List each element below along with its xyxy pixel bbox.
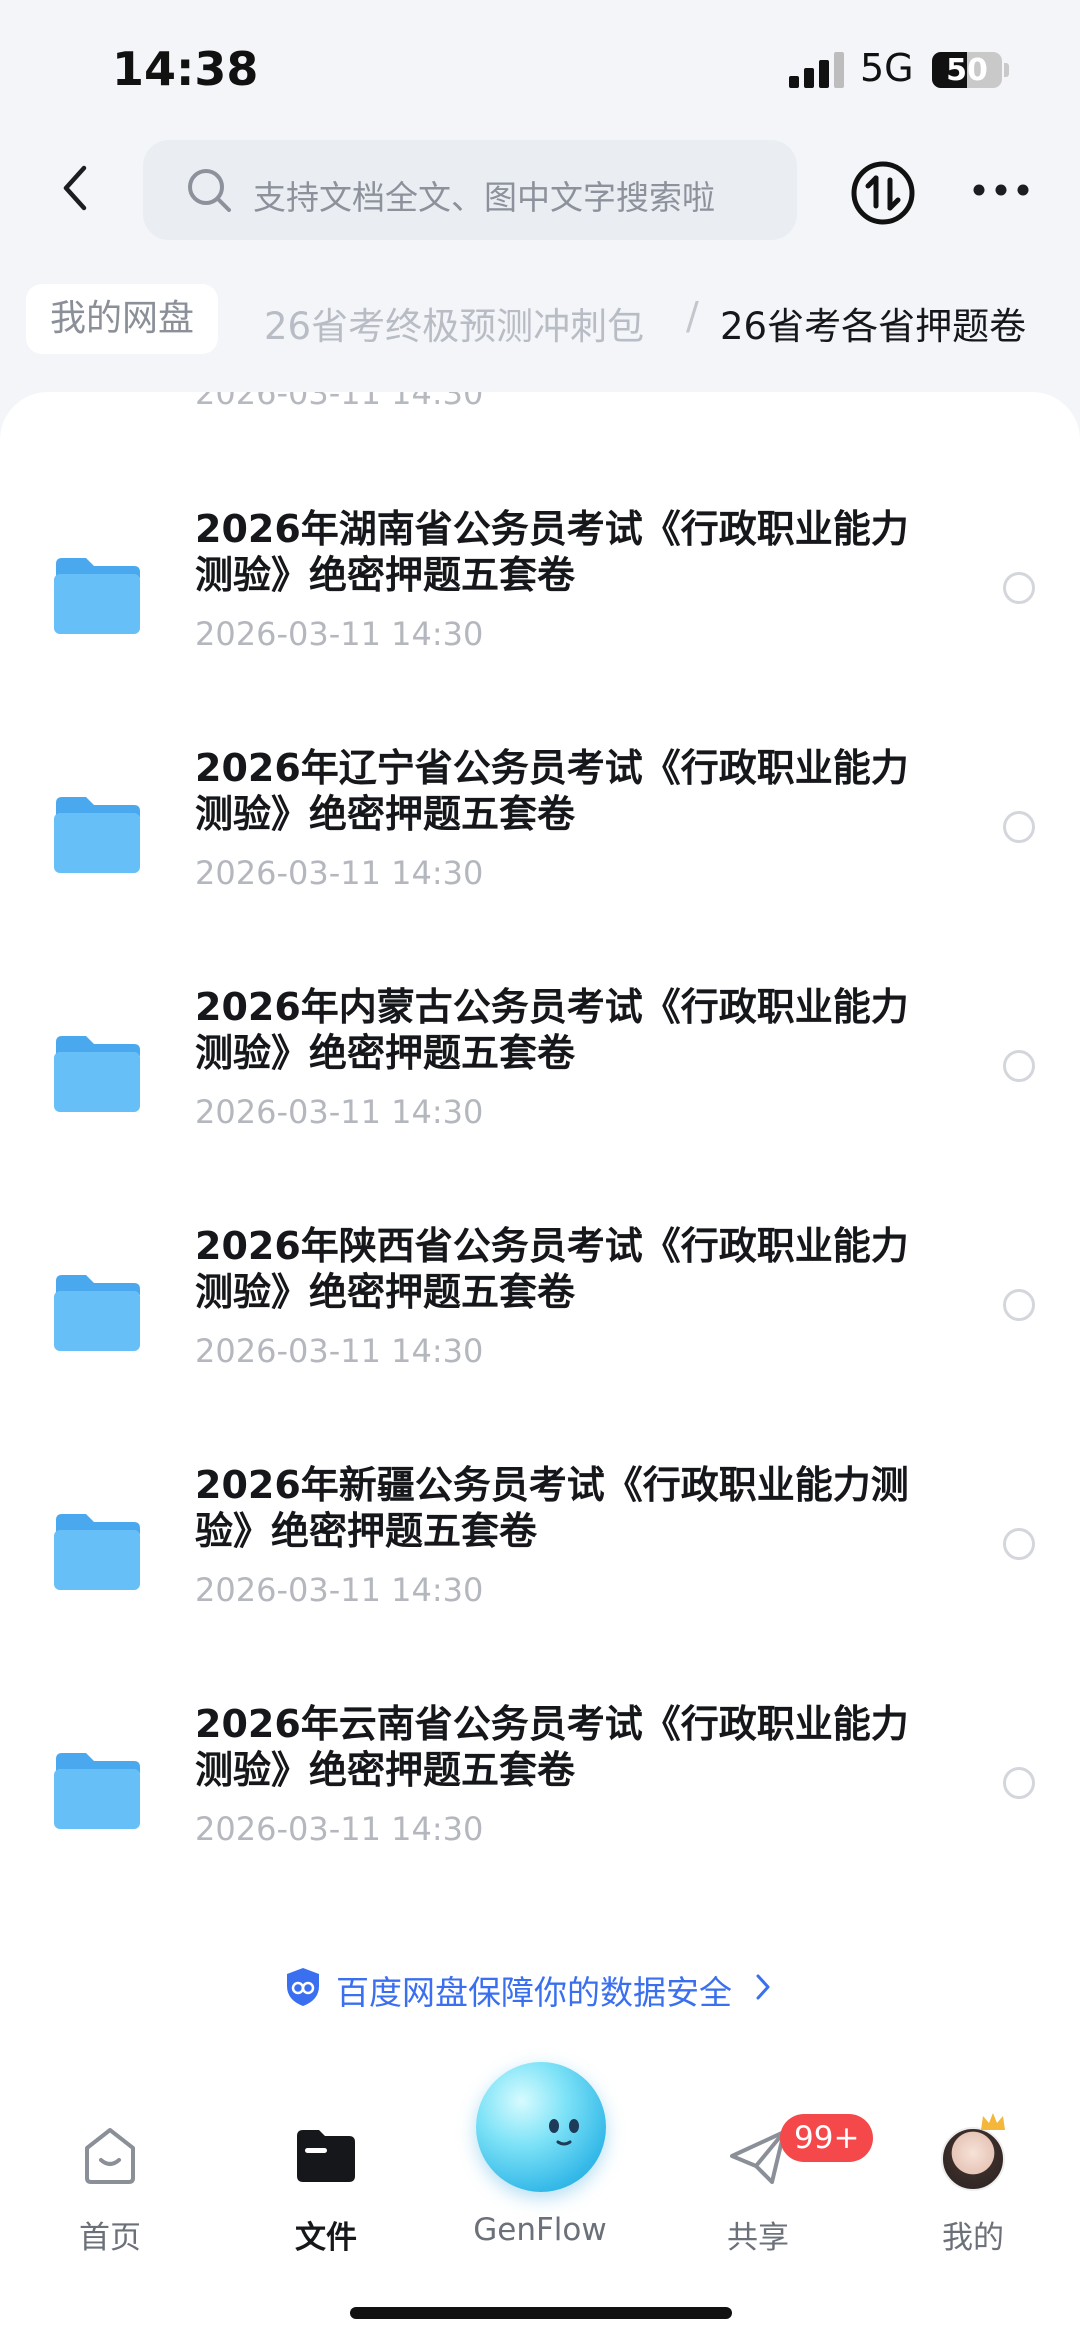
breadcrumb-root[interactable]: 我的网盘 (26, 284, 219, 354)
file-date: 2026-03-11 14:30 (195, 1332, 484, 1370)
battery-level: 50 (946, 53, 988, 88)
home-indicator (350, 2307, 732, 2319)
breadcrumb-separator: / (686, 294, 699, 338)
crown-icon (981, 2113, 1005, 2130)
back-arrow-icon (63, 165, 87, 211)
transfer-icon (851, 161, 915, 225)
nav-home-label: 首页 (79, 2220, 141, 2256)
more-button[interactable] (968, 170, 1034, 210)
signal-icon (789, 52, 845, 88)
battery-icon: 50 (932, 52, 1002, 88)
file-date: 2026-03-11 14:30 (195, 1571, 484, 1609)
search-placeholder: 支持文档全文、图中文字搜索啦 (253, 178, 715, 217)
files-icon (297, 2130, 355, 2182)
back-button[interactable] (50, 160, 106, 216)
select-radio[interactable] (1003, 1289, 1035, 1321)
folder-icon (54, 1036, 140, 1112)
nav-files-label: 文件 (295, 2220, 357, 2256)
file-row[interactable]: 2026年内蒙古公务员考试《行政职业能力测验》绝密押题五套卷 2026-03-1… (0, 970, 1080, 1200)
home-icon (85, 2128, 135, 2184)
file-date: 2026-03-11 14:30 (195, 615, 484, 653)
genflow-orb-icon[interactable] (476, 2062, 606, 2192)
security-text: 百度网盘保障你的数据安全 (336, 1973, 732, 2012)
bottom-nav: 首页 文件 GenFlow 共享 99+ 我的 (0, 2062, 1080, 2337)
file-name: 2026年云南省公务员考试《行政职业能力测验》绝密押题五套卷 (195, 1702, 909, 1792)
share-badge: 99+ (780, 2114, 874, 2162)
search-icon (188, 169, 231, 212)
nav-files[interactable]: 文件 (246, 2082, 406, 2262)
select-radio[interactable] (1003, 1767, 1035, 1799)
status-time: 14:38 (112, 42, 259, 96)
select-radio[interactable] (1003, 572, 1035, 604)
folder-icon (54, 1275, 140, 1351)
folder-icon (54, 1514, 140, 1590)
file-name: 2026年辽宁省公务员考试《行政职业能力测验》绝密押题五套卷 (195, 746, 909, 836)
shield-icon (287, 1968, 319, 2006)
folder-icon (54, 558, 140, 634)
battery-nub (1004, 63, 1009, 77)
network-type: 5G (860, 46, 914, 90)
genflow-face-icon (549, 2119, 579, 2146)
file-row[interactable]: 2026年湖南省公务员考试《行政职业能力测验》绝密押题五套卷 2026-03-1… (0, 492, 1080, 722)
select-radio[interactable] (1003, 1528, 1035, 1560)
file-row[interactable]: 2026年新疆公务员考试《行政职业能力测验》绝密押题五套卷 2026-03-11… (0, 1448, 1080, 1678)
select-radio[interactable] (1003, 811, 1035, 843)
file-name: 2026年新疆公务员考试《行政职业能力测验》绝密押题五套卷 (195, 1463, 909, 1553)
transfer-button[interactable] (850, 160, 916, 226)
file-name: 2026年陕西省公务员考试《行政职业能力测验》绝密押题五套卷 (195, 1224, 909, 1314)
file-name: 2026年湖南省公务员考试《行政职业能力测验》绝密押题五套卷 (195, 507, 909, 597)
breadcrumb-parent[interactable]: 26省考终极预测冲刺包 (264, 296, 644, 350)
breadcrumb-current: 26省考各省押题卷 (720, 305, 1027, 348)
file-date: 2026-03-11 14:30 (195, 1093, 484, 1131)
nav-home[interactable]: 首页 (30, 2082, 190, 2262)
file-row[interactable]: 2026年陕西省公务员考试《行政职业能力测验》绝密押题五套卷 2026-03-1… (0, 1209, 1080, 1439)
breadcrumb: 我的网盘 26省考终极预测冲刺包 / 26省考各省押题卷 (0, 280, 1080, 360)
file-name: 2026年内蒙古公务员考试《行政职业能力测验》绝密押题五套卷 (195, 985, 909, 1075)
search-input[interactable]: 支持文档全文、图中文字搜索啦 (143, 140, 797, 240)
nav-me-label: 我的 (942, 2220, 1004, 2256)
file-date: 2026-03-11 14:30 (195, 1810, 484, 1848)
file-date: 2026-03-11 14:30 (195, 854, 484, 892)
folder-icon (54, 1753, 140, 1829)
nav-genflow-label: GenFlow (473, 2212, 607, 2248)
file-row[interactable]: 2026年辽宁省公务员考试《行政职业能力测验》绝密押题五套卷 2026-03-1… (0, 731, 1080, 961)
nav-share-label: 共享 (727, 2220, 789, 2256)
more-icon (973, 184, 1029, 196)
partial-file-date: 2026-03-11 14:30 (195, 392, 484, 412)
file-row[interactable]: 2026年云南省公务员考试《行政职业能力测验》绝密押题五套卷 2026-03-1… (0, 1687, 1080, 1917)
select-radio[interactable] (1003, 1050, 1035, 1082)
file-list[interactable]: 2026-03-11 14:30 2026年湖南省公务员考试《行政职业能力测验》… (0, 392, 1080, 2082)
folder-icon (54, 797, 140, 873)
avatar[interactable] (941, 2127, 1005, 2191)
chevron-right-icon (756, 1974, 770, 2000)
status-bar: 14:38 5G 50 (0, 0, 1080, 130)
nav-share[interactable]: 共享 (678, 2082, 838, 2262)
